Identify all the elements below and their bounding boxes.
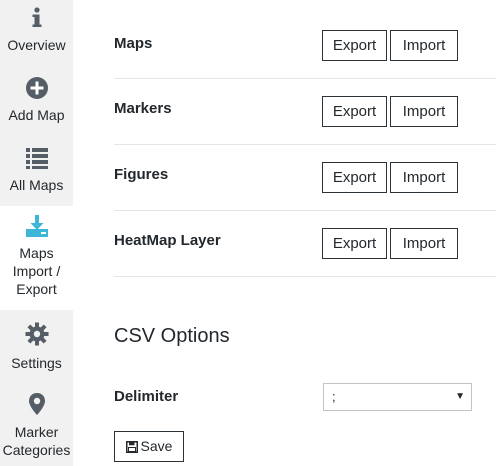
row-label: Maps [114,35,153,52]
app-root: Overview Add Map All Maps Maps Import / … [0,0,496,466]
sidebar-item-add-map[interactable]: Add Map [0,70,73,138]
delimiter-select-value: ; [332,389,336,404]
export-row-figures: Figures Export Import [114,144,496,211]
figures-export-button[interactable]: Export [322,162,387,193]
sidebar-item-label: Overview [7,37,66,53]
chevron-down-icon: ▼ [455,391,465,402]
row-label: Markers [114,100,172,117]
heatmap-export-button[interactable]: Export [322,228,387,259]
row-label: Figures [114,166,169,183]
save-button[interactable]: Save [114,431,184,462]
sidebar: Overview Add Map All Maps Maps Import / … [0,0,73,466]
maps-export-button[interactable]: Export [322,30,387,61]
sidebar-item-all-maps[interactable]: All Maps [0,140,73,208]
sidebar-item-marker-categories[interactable]: Marker Categories [0,388,73,466]
sidebar-item-label-line: Marker [14,424,59,440]
heatmap-import-button[interactable]: Import [390,228,458,259]
gear-icon [25,322,48,346]
sidebar-item-label-line: Export [16,281,57,297]
export-row-heatmap-layer: HeatMap Layer Export Import [114,210,496,277]
sidebar-item-maps-import-export[interactable]: Maps Import / Export [0,206,73,310]
download-tray-icon [25,215,48,237]
sidebar-item-label: Settings [11,355,62,371]
info-icon [32,7,41,27]
sidebar-item-label: All Maps [9,177,64,193]
sidebar-item-overview[interactable]: Overview [0,0,73,68]
floppy-disk-icon [125,441,138,453]
maps-import-button[interactable]: Import [390,30,458,61]
plus-circle-icon [25,77,48,99]
map-pin-icon [28,393,45,415]
sidebar-item-label: Add Map [8,107,65,123]
export-row-markers: Markers Export Import [114,78,496,145]
delimiter-label: Delimiter [114,388,179,405]
sidebar-item-label-line: Import / [12,263,61,279]
sidebar-item-label-line: Maps [19,245,54,261]
markers-export-button[interactable]: Export [322,96,387,127]
save-button-label: Save [140,438,173,454]
csv-options-title: CSV Options [114,325,230,347]
export-row-maps: Maps Export Import [114,12,496,79]
delimiter-select[interactable]: ; ▼ [323,383,472,411]
figures-import-button[interactable]: Import [390,162,458,193]
list-icon [25,148,48,169]
row-label: HeatMap Layer [114,232,221,249]
sidebar-item-label-line: Categories [2,442,71,458]
markers-import-button[interactable]: Import [390,96,458,127]
sidebar-item-settings[interactable]: Settings [0,316,73,386]
main-content: Maps Export Import Markers Export Import… [73,0,496,466]
